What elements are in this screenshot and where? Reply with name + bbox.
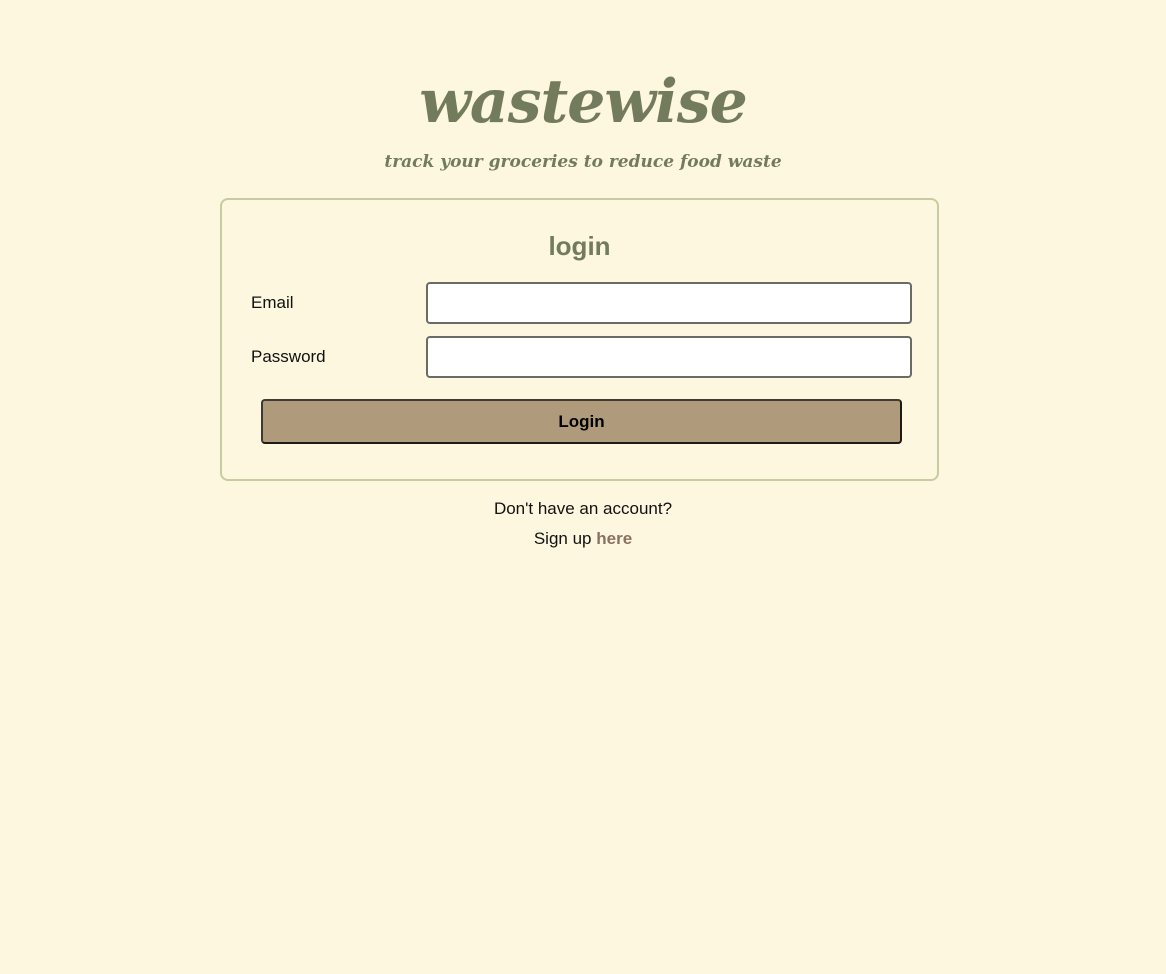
login-button[interactable]: Login (261, 399, 902, 444)
login-card: login Email Password Login (220, 198, 939, 481)
password-label: Password (251, 347, 326, 366)
signup-line: Sign up here (0, 528, 1166, 550)
email-field[interactable] (426, 282, 912, 324)
login-title: login (548, 231, 611, 261)
signup-link[interactable]: here (596, 529, 632, 548)
signup-lead-text: Sign up (533, 529, 592, 548)
tagline: track your groceries to reduce food wast… (384, 152, 782, 172)
password-field[interactable] (426, 336, 912, 378)
brand-logo: wastewise (419, 67, 748, 137)
email-label: Email (251, 293, 294, 312)
signup-prompt: Don't have an account? (493, 499, 673, 518)
